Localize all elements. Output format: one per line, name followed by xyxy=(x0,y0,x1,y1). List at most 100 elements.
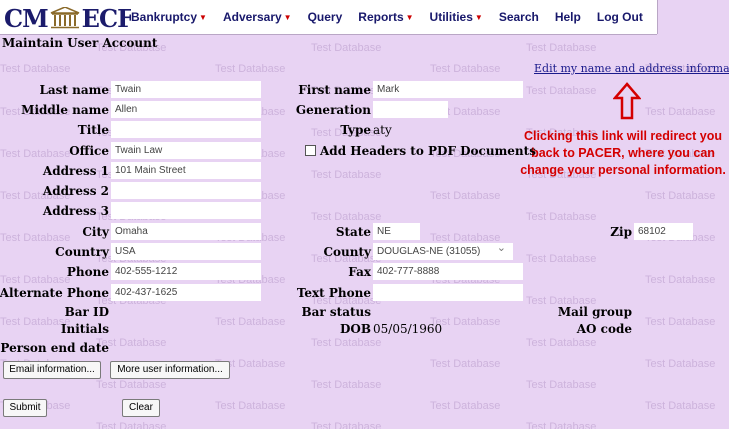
cmecf-logo[interactable]: CM ECF xyxy=(4,3,134,33)
watermark-text: Test Database xyxy=(526,337,597,349)
first-name-label: First name xyxy=(298,83,371,97)
address1-label: Address 1 xyxy=(42,164,109,178)
menu-item-label: Query xyxy=(307,10,343,24)
state-label: State xyxy=(335,225,371,239)
menu-item-reports[interactable]: Reports ▼ xyxy=(358,10,413,24)
menubar-end xyxy=(657,0,729,34)
phone-field[interactable]: 402-555-1212 xyxy=(111,263,261,280)
menu-item-label: Search xyxy=(498,10,539,24)
watermark-text: Test Database xyxy=(215,400,286,412)
watermark-text: Test Database xyxy=(0,232,71,244)
watermark-text: Test Database xyxy=(215,316,286,328)
middle-name-field[interactable]: Allen xyxy=(111,101,261,118)
last-name-field[interactable]: Twain xyxy=(111,81,261,98)
watermark-text: Test Database xyxy=(430,400,501,412)
fax-label: Fax xyxy=(348,265,371,279)
generation-label: Generation xyxy=(295,103,371,117)
bar-status-label: Bar status xyxy=(301,305,371,319)
watermark-text: Test Database xyxy=(430,358,501,370)
watermark-text: Test Database xyxy=(645,358,716,370)
watermark-text: Test Database xyxy=(311,421,382,429)
menu-item-utilities[interactable]: Utilities ▼ xyxy=(430,10,483,24)
dob-label: DOB xyxy=(339,322,371,336)
address3-label: Address 3 xyxy=(42,204,109,218)
watermark-text: Test Database xyxy=(96,421,167,429)
more-user-information-button[interactable]: More user information... xyxy=(110,361,230,379)
generation-field[interactable] xyxy=(373,101,448,118)
up-arrow-icon xyxy=(613,82,641,120)
watermark-text: Test Database xyxy=(430,63,501,75)
watermark-text: Test Database xyxy=(215,63,286,75)
country-field[interactable]: USA xyxy=(111,243,261,260)
menu-item-label: Adversary xyxy=(222,10,282,24)
title-field[interactable] xyxy=(111,121,261,138)
address3-field[interactable] xyxy=(111,202,261,219)
country-label: Country xyxy=(55,245,109,259)
person-end-date-label: Person end date xyxy=(0,341,109,355)
dropdown-caret-icon: ▼ xyxy=(199,13,207,22)
clear-button[interactable]: Clear xyxy=(122,399,160,417)
type-value: aty xyxy=(373,123,392,137)
menu-item-label: Help xyxy=(554,10,581,24)
county-select[interactable]: DOUGLAS-NE (31055) xyxy=(373,242,513,260)
watermark-text: Test Database xyxy=(430,190,501,202)
state-field[interactable]: NE xyxy=(373,223,420,240)
watermark-text: Test Database xyxy=(311,337,382,349)
watermark-text: Test Database xyxy=(645,190,716,202)
menu-item-query[interactable]: Query xyxy=(308,10,343,24)
county-label: County xyxy=(323,245,371,259)
title-label: Title xyxy=(77,123,109,137)
dob-value: 05/05/1960 xyxy=(373,322,443,336)
middle-name-label: Middle name xyxy=(21,103,109,117)
city-field[interactable]: Omaha xyxy=(111,223,261,240)
add-headers-checkbox[interactable] xyxy=(305,145,316,156)
initials-label: Initials xyxy=(60,322,109,336)
bar-id-label: Bar ID xyxy=(64,305,109,319)
text-phone-field[interactable] xyxy=(373,284,523,301)
page-title: Maintain User Account xyxy=(2,36,158,50)
menu-item-bankruptcy[interactable]: Bankruptcy ▼ xyxy=(131,10,207,24)
city-label: City xyxy=(82,225,109,239)
watermark-text: Test Database xyxy=(96,379,167,391)
first-name-field[interactable]: Mark xyxy=(373,81,523,98)
submit-button[interactable]: Submit xyxy=(3,399,47,417)
county-selected-value: DOUGLAS-NE (31055) xyxy=(377,246,481,257)
fax-field[interactable]: 402-777-8888 xyxy=(373,263,523,280)
watermark-text: Test Database xyxy=(0,148,71,160)
watermark-text: Test Database xyxy=(0,63,71,75)
watermark-text: Test Database xyxy=(311,169,382,181)
dropdown-caret-icon: ▼ xyxy=(283,13,292,22)
ao-code-label: AO code xyxy=(576,322,632,336)
zip-label: Zip xyxy=(610,225,632,239)
address1-field[interactable]: 101 Main Street xyxy=(111,162,261,179)
address2-field[interactable] xyxy=(111,182,261,199)
office-field[interactable]: Twain Law xyxy=(111,142,261,159)
phone-label: Phone xyxy=(66,265,109,279)
watermark-text: Test Database xyxy=(645,316,716,328)
menu-item-search[interactable]: Search xyxy=(499,10,539,24)
watermark-text: Test Database xyxy=(526,42,597,54)
watermark-text: Test Database xyxy=(0,316,71,328)
watermark-text: Test Database xyxy=(645,400,716,412)
zip-field[interactable]: 68102 xyxy=(634,223,693,240)
watermark-text: Test Database xyxy=(0,274,71,286)
menu-item-label: Reports xyxy=(358,10,404,24)
watermark-text: Test Database xyxy=(526,211,597,223)
main-menu: Bankruptcy ▼ Adversary ▼ Query Reports ▼ Utilit… xyxy=(131,0,657,34)
mail-group-label: Mail group xyxy=(557,305,632,319)
alt-phone-field[interactable]: 402-437-1625 xyxy=(111,284,261,301)
callout-note: Clicking this link will redirect you bac… xyxy=(520,129,726,177)
watermark-text: Test Database xyxy=(645,274,716,286)
add-headers-label: Add Headers to PDF Documents xyxy=(320,144,536,158)
menu-item-adversary[interactable]: Adversary ▼ xyxy=(223,10,292,24)
menubar-divider xyxy=(0,34,657,35)
watermark-text: Test Database xyxy=(526,379,597,391)
logo-text-right: ECF xyxy=(81,3,134,33)
edit-name-address-link[interactable]: Edit my name and address information xyxy=(534,62,729,75)
menu-item-log-out[interactable]: Log Out xyxy=(597,10,643,24)
watermark-text: Test Database xyxy=(311,211,382,223)
email-information-button[interactable]: Email information... xyxy=(3,361,101,379)
menu-item-help[interactable]: Help xyxy=(555,10,581,24)
office-label: Office xyxy=(69,144,109,158)
watermark-text: Test Database xyxy=(645,106,716,118)
